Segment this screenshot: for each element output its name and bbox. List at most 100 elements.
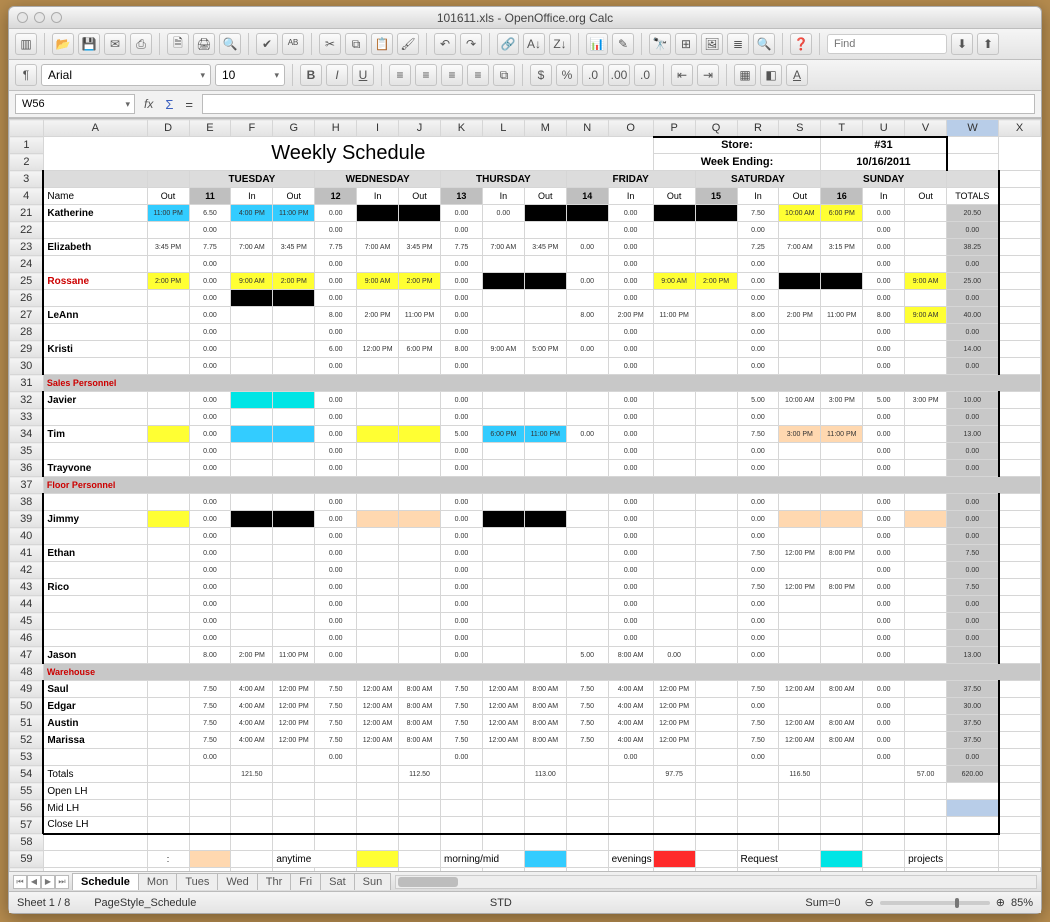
cell-J53[interactable] [399, 749, 441, 766]
cell-S39[interactable] [779, 511, 821, 528]
cell-G36[interactable] [273, 460, 315, 477]
cell-U42[interactable]: 0.00 [863, 562, 905, 579]
cell-X51[interactable] [999, 715, 1041, 732]
cell-H51[interactable]: 7.50 [315, 715, 357, 732]
cell-F50[interactable]: 4:00 AM [231, 698, 273, 715]
cell-U27[interactable]: 8.00 [863, 307, 905, 324]
cell-W29[interactable]: 14.00 [947, 341, 999, 358]
cell-Q33[interactable] [695, 409, 737, 426]
zoom-out-icon[interactable]: ⊖ [865, 896, 874, 909]
cell-M43[interactable] [524, 579, 566, 596]
cell-N33[interactable] [566, 409, 608, 426]
cell-D35[interactable] [147, 443, 189, 460]
cell-D26[interactable] [147, 290, 189, 307]
cell-H25[interactable]: 0.00 [315, 273, 357, 290]
cell-I27[interactable]: 2:00 PM [357, 307, 399, 324]
cell-T27[interactable]: 11:00 PM [821, 307, 863, 324]
find-replace-icon[interactable]: 🔭 [649, 33, 671, 55]
cell-V27[interactable]: 9:00 AM [905, 307, 947, 324]
cell-U41[interactable]: 0.00 [863, 545, 905, 562]
cell-S23[interactable]: 7:00 AM [779, 239, 821, 256]
cell-U51[interactable]: 0.00 [863, 715, 905, 732]
cell-F26[interactable] [231, 290, 273, 307]
cell-R25[interactable]: 0.00 [737, 273, 779, 290]
chart-icon[interactable]: 📊 [586, 33, 608, 55]
cell-O36[interactable]: 0.00 [608, 460, 653, 477]
cell-V50[interactable] [905, 698, 947, 715]
cell-O35[interactable]: 0.00 [608, 443, 653, 460]
cell-I51[interactable]: 12:00 AM [357, 715, 399, 732]
cell-V35[interactable] [905, 443, 947, 460]
cell-J51[interactable]: 8:00 AM [399, 715, 441, 732]
cell-R47[interactable]: 0.00 [737, 647, 779, 664]
cell-X30[interactable] [999, 358, 1041, 375]
cell-M44[interactable] [524, 596, 566, 613]
cell-I21[interactable] [357, 205, 399, 222]
cell-L33[interactable] [482, 409, 524, 426]
cell-G26[interactable] [273, 290, 315, 307]
cell-N42[interactable] [566, 562, 608, 579]
formula-input[interactable] [202, 94, 1035, 114]
cell-L21[interactable]: 0.00 [482, 205, 524, 222]
cell-A33[interactable] [43, 409, 147, 426]
cell-R32[interactable]: 5.00 [737, 392, 779, 409]
cell-O34[interactable]: 0.00 [608, 426, 653, 443]
cell-Q34[interactable] [695, 426, 737, 443]
cell-V21[interactable] [905, 205, 947, 222]
cell-H26[interactable]: 0.00 [315, 290, 357, 307]
cell-U46[interactable]: 0.00 [863, 630, 905, 647]
cell-V46[interactable] [905, 630, 947, 647]
cell-X40[interactable] [999, 528, 1041, 545]
cell-S42[interactable] [779, 562, 821, 579]
cell-V42[interactable] [905, 562, 947, 579]
sheet-tab-sun[interactable]: Sun [354, 873, 392, 890]
cell-E44[interactable]: 0.00 [189, 596, 231, 613]
cell-I44[interactable] [357, 596, 399, 613]
cell-X22[interactable] [999, 222, 1041, 239]
cell-Q23[interactable] [695, 239, 737, 256]
cell-J41[interactable] [399, 545, 441, 562]
cell-S35[interactable] [779, 443, 821, 460]
col-header-Q[interactable]: Q [695, 120, 737, 137]
cell-M36[interactable] [524, 460, 566, 477]
cell-E33[interactable]: 0.00 [189, 409, 231, 426]
cell-A23[interactable]: Elizabeth [43, 239, 147, 256]
cell-G30[interactable] [273, 358, 315, 375]
cell-E28[interactable]: 0.00 [189, 324, 231, 341]
cell-V43[interactable] [905, 579, 947, 596]
cell-Q47[interactable] [695, 647, 737, 664]
cell-U23[interactable]: 0.00 [863, 239, 905, 256]
cell-G21[interactable]: 11:00 PM [273, 205, 315, 222]
cell-E42[interactable]: 0.00 [189, 562, 231, 579]
cell-I26[interactable] [357, 290, 399, 307]
cell-S25[interactable] [779, 273, 821, 290]
cell-S52[interactable]: 12:00 AM [779, 732, 821, 749]
cell-W49[interactable]: 37.50 [947, 681, 999, 698]
cell-O42[interactable]: 0.00 [608, 562, 653, 579]
cell-H27[interactable]: 8.00 [315, 307, 357, 324]
cell-M45[interactable] [524, 613, 566, 630]
cell-W43[interactable]: 7.50 [947, 579, 999, 596]
cell-G35[interactable] [273, 443, 315, 460]
cell-E50[interactable]: 7.50 [189, 698, 231, 715]
cell-R44[interactable]: 0.00 [737, 596, 779, 613]
cell-R28[interactable]: 0.00 [737, 324, 779, 341]
cell-M27[interactable] [524, 307, 566, 324]
cell-P50[interactable]: 12:00 PM [653, 698, 695, 715]
cell-T33[interactable] [821, 409, 863, 426]
cell-X29[interactable] [999, 341, 1041, 358]
cell-D22[interactable] [147, 222, 189, 239]
cell-R38[interactable]: 0.00 [737, 494, 779, 511]
cell-K43[interactable]: 0.00 [440, 579, 482, 596]
cell-O21[interactable]: 0.00 [608, 205, 653, 222]
cell-Q49[interactable] [695, 681, 737, 698]
cell-H53[interactable]: 0.00 [315, 749, 357, 766]
cell-G42[interactable] [273, 562, 315, 579]
cell-D23[interactable]: 3:45 PM [147, 239, 189, 256]
cell-H46[interactable]: 0.00 [315, 630, 357, 647]
cell-H35[interactable]: 0.00 [315, 443, 357, 460]
cell-H22[interactable]: 0.00 [315, 222, 357, 239]
cell-N40[interactable] [566, 528, 608, 545]
cell-P21[interactable] [653, 205, 695, 222]
cell-P41[interactable] [653, 545, 695, 562]
